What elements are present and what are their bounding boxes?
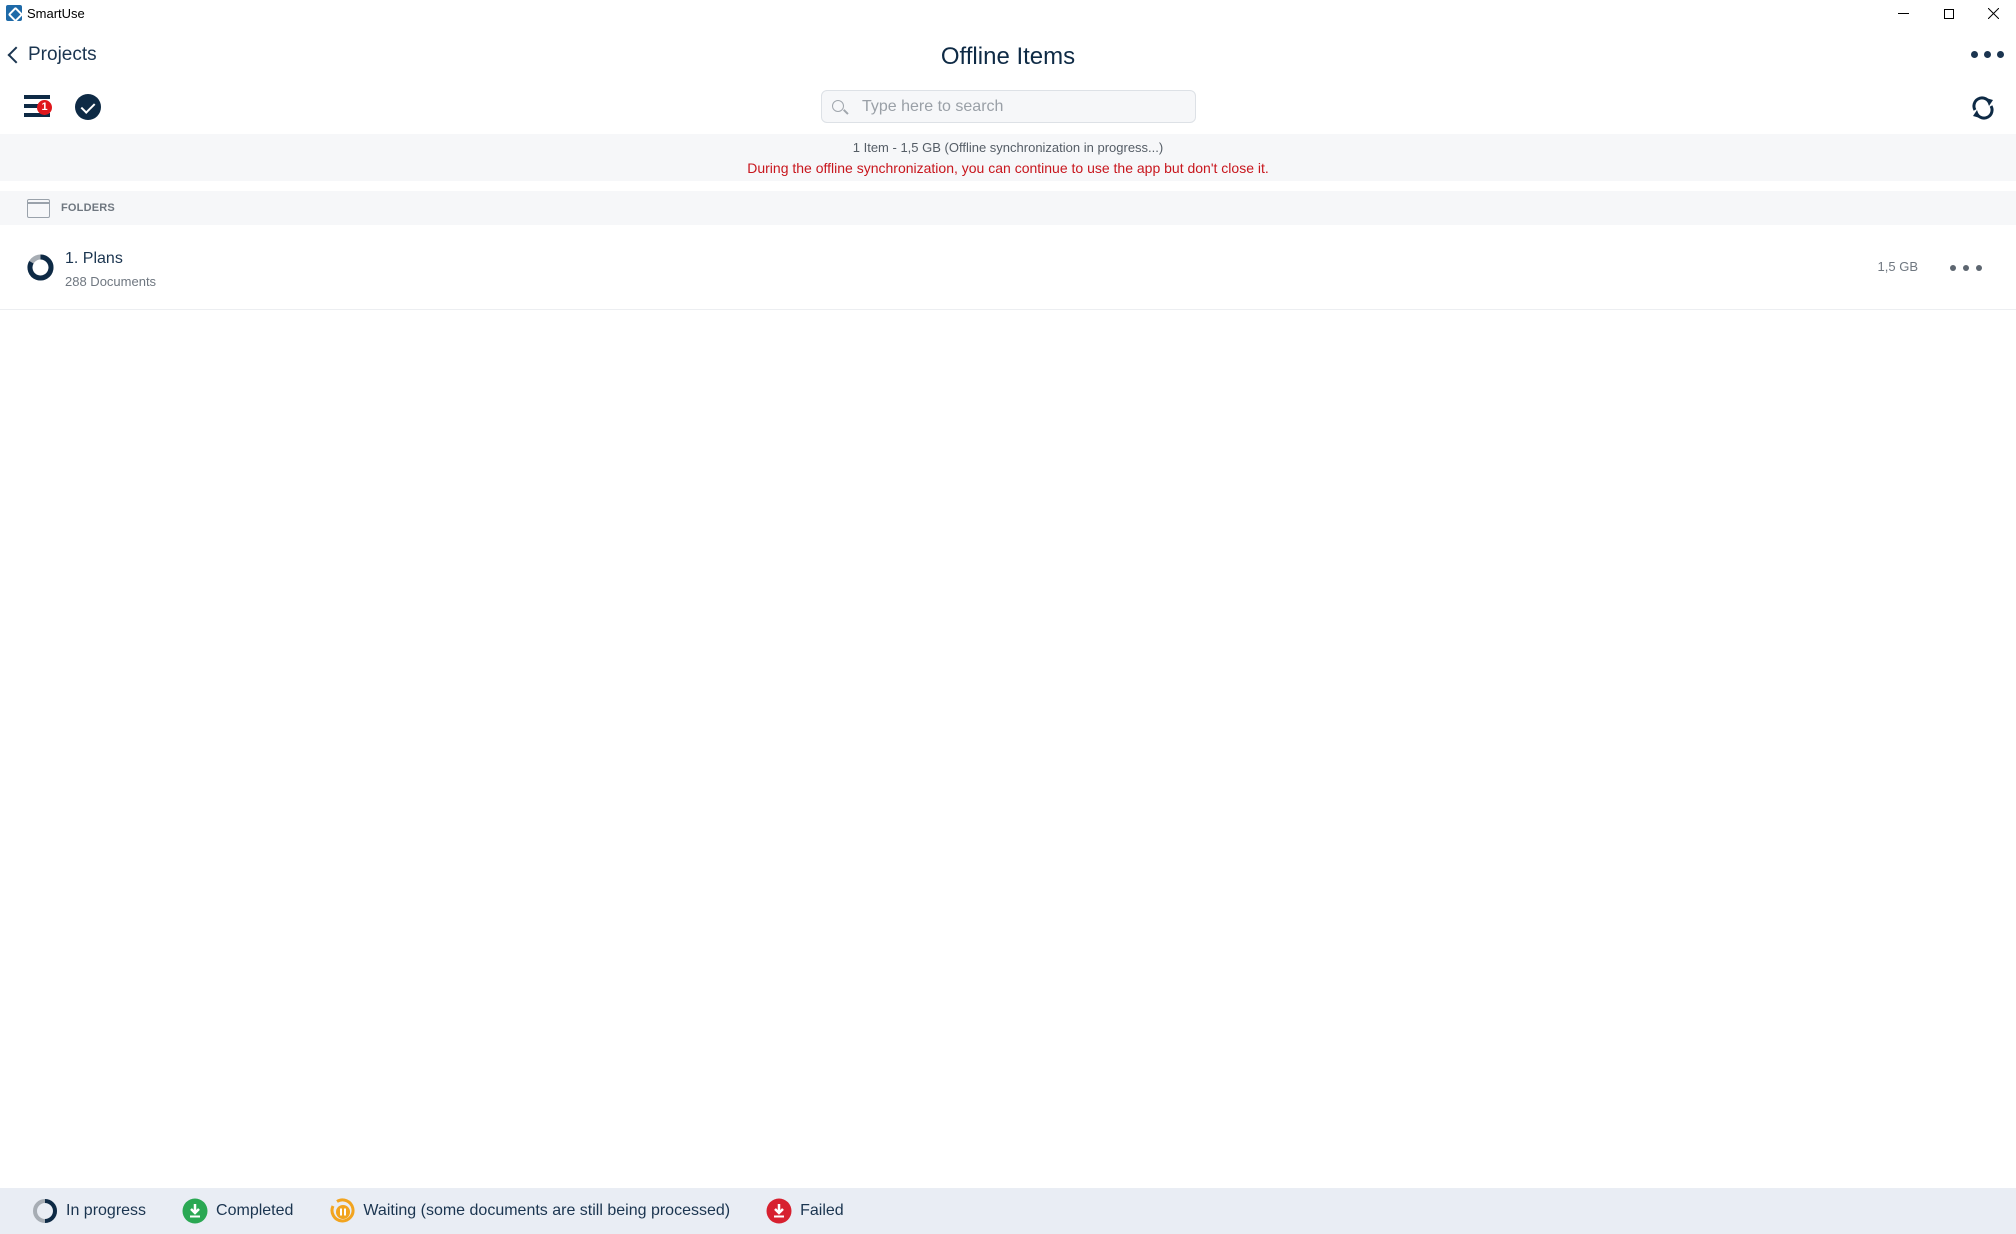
more-options-button[interactable] [1971,51,2004,58]
menu-line-icon [24,104,38,108]
close-button[interactable] [1971,0,2016,27]
sync-status-banner: 1 Item - 1,5 GB (Offline synchronization… [0,134,2016,181]
folder-size: 1,5 GB [1877,259,1918,274]
folder-icon [26,199,50,218]
sync-summary: 1 Item - 1,5 GB (Offline synchronization… [852,140,1164,155]
page-title: Offline Items [940,43,1076,70]
legend-label: In progress [66,1202,147,1219]
more-dot-icon [1984,51,1991,58]
folder-row[interactable]: 1. Plans 288 Documents 1,5 GB [0,228,2016,310]
folder-document-count: 288 Documents [65,274,157,289]
in-progress-icon [33,1199,57,1223]
menu-line-icon [24,95,50,99]
minimize-button[interactable] [1881,0,1926,27]
window-titlebar: SmartUse [0,0,2016,27]
legend-completed: Completed [182,1198,293,1224]
folders-section-header: FOLDERS [0,191,2016,225]
maximize-button[interactable] [1926,0,1971,27]
search-input[interactable] [862,91,1182,122]
sync-refresh-icon[interactable] [1970,95,1996,121]
status-legend: In progress Completed Waiting (some docu… [0,1188,2016,1234]
folder-title: 1. Plans [65,250,123,267]
select-check-button[interactable] [75,94,101,120]
sync-warning: During the offline synchronization, you … [747,160,1269,176]
completed-icon [182,1198,208,1224]
notification-badge: 1 [37,100,52,115]
folder-more-button[interactable] [1950,265,1982,271]
app-logo-icon [6,5,22,21]
more-dot-icon [1997,51,2004,58]
more-dot-icon [1971,51,1978,58]
waiting-icon [330,1198,355,1223]
search-box [821,90,1196,123]
more-dot-icon [1963,265,1969,271]
minimize-icon [1898,13,1909,14]
legend-waiting: Waiting (some documents are still being … [329,1198,730,1224]
legend-label: Completed [216,1202,294,1219]
maximize-icon [1943,8,1954,19]
legend-label: Waiting (some documents are still being … [363,1202,731,1219]
search-icon [832,100,844,112]
folders-label: FOLDERS [61,202,115,214]
queue-menu-button[interactable]: 1 [24,95,52,117]
legend-failed: Failed [766,1198,844,1224]
app-name: SmartUse [27,6,85,21]
in-progress-icon [27,254,54,281]
failed-icon [766,1198,792,1224]
legend-in-progress: In progress [32,1198,146,1224]
legend-label: Failed [800,1202,844,1219]
more-dot-icon [1950,265,1956,271]
more-dot-icon [1976,265,1982,271]
close-icon [1988,8,1999,19]
header: Projects Offline Items 1 [0,27,2016,134]
